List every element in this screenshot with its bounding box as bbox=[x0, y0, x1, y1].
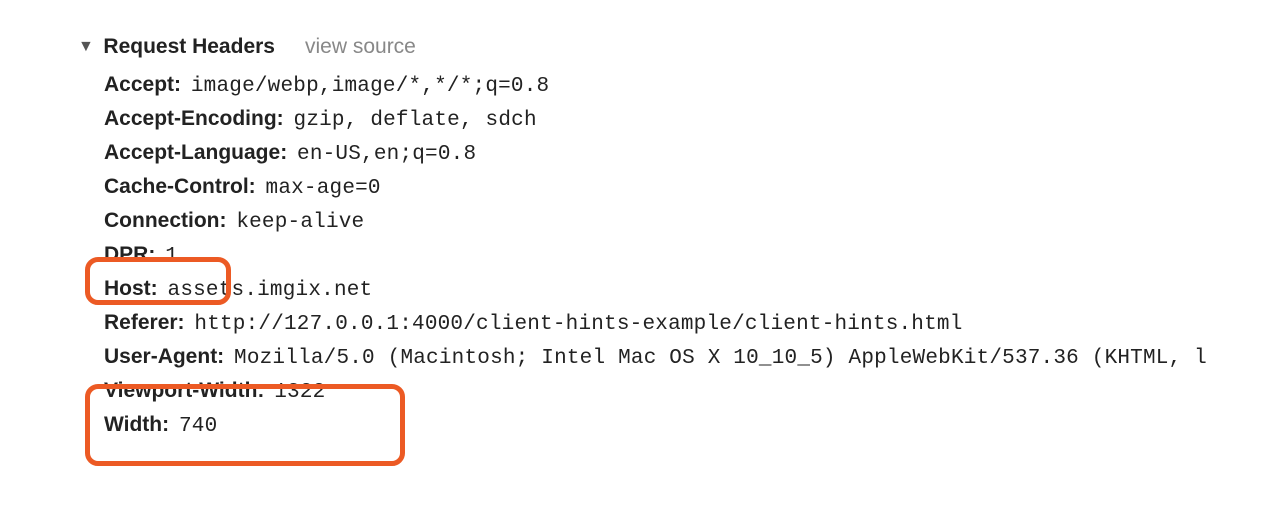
header-value: keep-alive bbox=[236, 211, 364, 234]
section-title: Request Headers bbox=[103, 35, 275, 58]
headers-list: Accept: image/webp,image/*,*/*;q=0.8 Acc… bbox=[104, 69, 1280, 443]
header-row-user-agent: User-Agent: Mozilla/5.0 (Macintosh; Inte… bbox=[104, 341, 1280, 375]
section-header[interactable]: ▼ Request Headers view source bbox=[78, 35, 1280, 59]
header-value: 1322 bbox=[274, 381, 325, 404]
header-row-accept: Accept: image/webp,image/*,*/*;q=0.8 bbox=[104, 69, 1280, 103]
header-key: Viewport-Width: bbox=[104, 379, 264, 402]
header-value: image/webp,image/*,*/*;q=0.8 bbox=[191, 75, 549, 98]
view-source-link[interactable]: view source bbox=[305, 35, 416, 59]
header-value: gzip, deflate, sdch bbox=[294, 109, 537, 132]
header-key: Accept-Encoding: bbox=[104, 107, 284, 130]
header-row-width: Width: 740 bbox=[104, 409, 1280, 443]
header-row-referer: Referer: http://127.0.0.1:4000/client-hi… bbox=[104, 307, 1280, 341]
header-key: Connection: bbox=[104, 209, 226, 232]
header-key: Referer: bbox=[104, 311, 185, 334]
header-key: User-Agent: bbox=[104, 345, 224, 368]
header-value: http://127.0.0.1:4000/client-hints-examp… bbox=[194, 313, 962, 336]
header-row-accept-encoding: Accept-Encoding: gzip, deflate, sdch bbox=[104, 103, 1280, 137]
header-value: max-age=0 bbox=[266, 177, 381, 200]
header-key: Cache-Control: bbox=[104, 175, 256, 198]
header-row-dpr: DPR: 1 bbox=[104, 239, 1280, 273]
header-value: Mozilla/5.0 (Macintosh; Intel Mac OS X 1… bbox=[234, 347, 1207, 370]
header-row-cache-control: Cache-Control: max-age=0 bbox=[104, 171, 1280, 205]
header-key: DPR: bbox=[104, 243, 155, 266]
header-value: 1 bbox=[165, 245, 178, 268]
header-key: Accept: bbox=[104, 73, 181, 96]
header-value: en-US,en;q=0.8 bbox=[297, 143, 476, 166]
header-row-accept-language: Accept-Language: en-US,en;q=0.8 bbox=[104, 137, 1280, 171]
header-row-host: Host: assets.imgix.net bbox=[104, 273, 1280, 307]
header-row-connection: Connection: keep-alive bbox=[104, 205, 1280, 239]
header-value: 740 bbox=[179, 415, 217, 438]
header-key: Host: bbox=[104, 277, 158, 300]
disclosure-triangle-icon[interactable]: ▼ bbox=[78, 38, 94, 56]
header-value: assets.imgix.net bbox=[168, 279, 373, 302]
header-row-viewport-width: Viewport-Width: 1322 bbox=[104, 375, 1280, 409]
header-key: Width: bbox=[104, 413, 169, 436]
header-key: Accept-Language: bbox=[104, 141, 287, 164]
